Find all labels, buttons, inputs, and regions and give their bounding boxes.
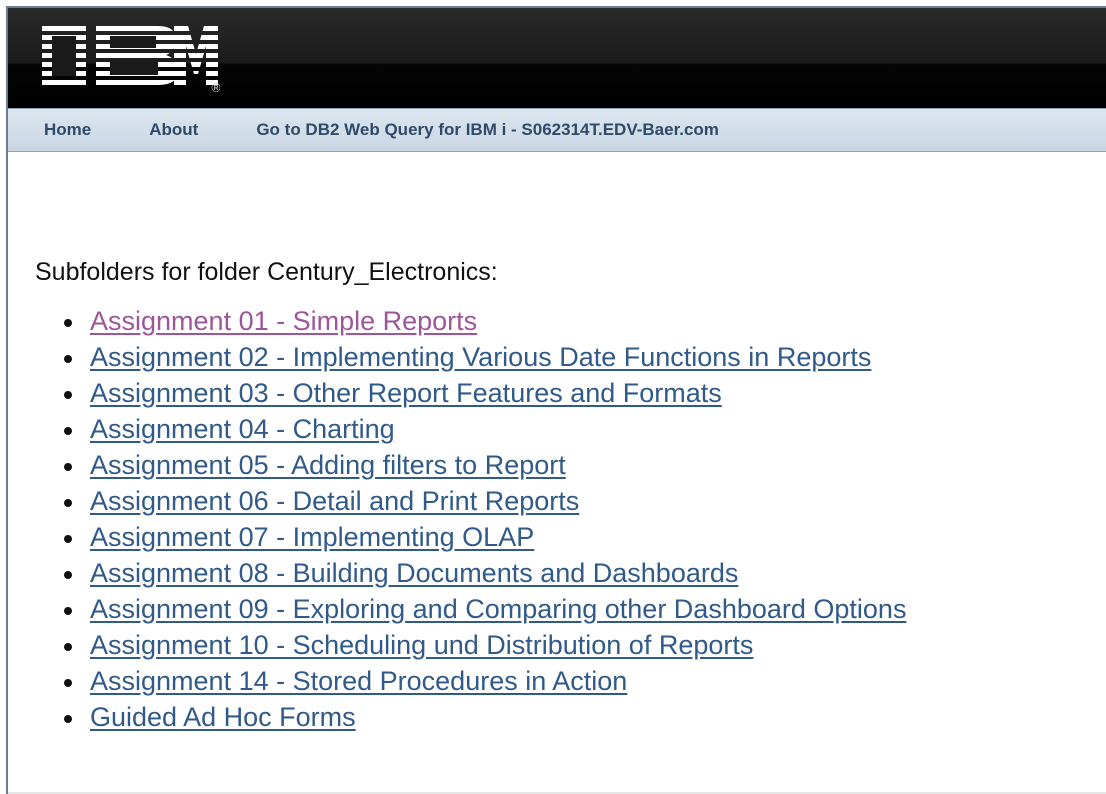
top-nav: Home About Go to DB2 Web Query for IBM i…	[8, 108, 1106, 152]
folder-link-assignment-01[interactable]: Assignment 01 - Simple Reports	[90, 306, 477, 336]
folder-link-guided-ad-hoc-forms[interactable]: Guided Ad Hoc Forms	[90, 702, 356, 732]
list-item: Assignment 14 - Stored Procedures in Act…	[64, 663, 1096, 699]
list-item: Assignment 02 - Implementing Various Dat…	[64, 339, 1096, 375]
folder-link-assignment-10[interactable]: Assignment 10 - Scheduling und Distribut…	[90, 630, 753, 660]
subfolder-list: Assignment 01 - Simple Reports Assignmen…	[35, 303, 1096, 735]
list-item: Assignment 09 - Exploring and Comparing …	[64, 591, 1096, 627]
folder-link-assignment-05[interactable]: Assignment 05 - Adding filters to Report	[90, 450, 566, 480]
nav-home-link[interactable]: Home	[44, 120, 91, 140]
list-item: Assignment 04 - Charting	[64, 411, 1096, 447]
registered-mark: ®	[210, 81, 220, 95]
list-item: Assignment 05 - Adding filters to Report	[64, 447, 1096, 483]
folder-link-assignment-14[interactable]: Assignment 14 - Stored Procedures in Act…	[90, 666, 627, 696]
folder-link-assignment-09[interactable]: Assignment 09 - Exploring and Comparing …	[90, 594, 906, 624]
list-item: Assignment 01 - Simple Reports	[64, 303, 1096, 339]
folder-link-assignment-03[interactable]: Assignment 03 - Other Report Features an…	[90, 378, 722, 408]
list-item: Assignment 07 - Implementing OLAP	[64, 519, 1096, 555]
folder-link-assignment-07[interactable]: Assignment 07 - Implementing OLAP	[90, 522, 534, 552]
folder-link-assignment-06[interactable]: Assignment 06 - Detail and Print Reports	[90, 486, 579, 516]
list-item: Assignment 10 - Scheduling und Distribut…	[64, 627, 1096, 663]
nav-web-query-link[interactable]: Go to DB2 Web Query for IBM i - S062314T…	[256, 120, 719, 140]
list-item: Assignment 08 - Building Documents and D…	[64, 555, 1096, 591]
main-content: Subfolders for folder Century_Electronic…	[35, 258, 1096, 735]
nav-about-link[interactable]: About	[149, 120, 198, 140]
header-banner: ®	[8, 8, 1106, 108]
list-item: Assignment 06 - Detail and Print Reports	[64, 483, 1096, 519]
list-item: Guided Ad Hoc Forms	[64, 699, 1096, 735]
page-frame: ® Home About Go to DB2 Web Query for IBM…	[6, 6, 1106, 794]
folder-link-assignment-08[interactable]: Assignment 08 - Building Documents and D…	[90, 558, 738, 588]
list-item: Assignment 03 - Other Report Features an…	[64, 375, 1096, 411]
ibm-logo: ®	[42, 26, 220, 95]
folder-link-assignment-02[interactable]: Assignment 02 - Implementing Various Dat…	[90, 342, 871, 372]
folder-heading: Subfolders for folder Century_Electronic…	[35, 258, 498, 286]
folder-link-assignment-04[interactable]: Assignment 04 - Charting	[90, 414, 395, 444]
